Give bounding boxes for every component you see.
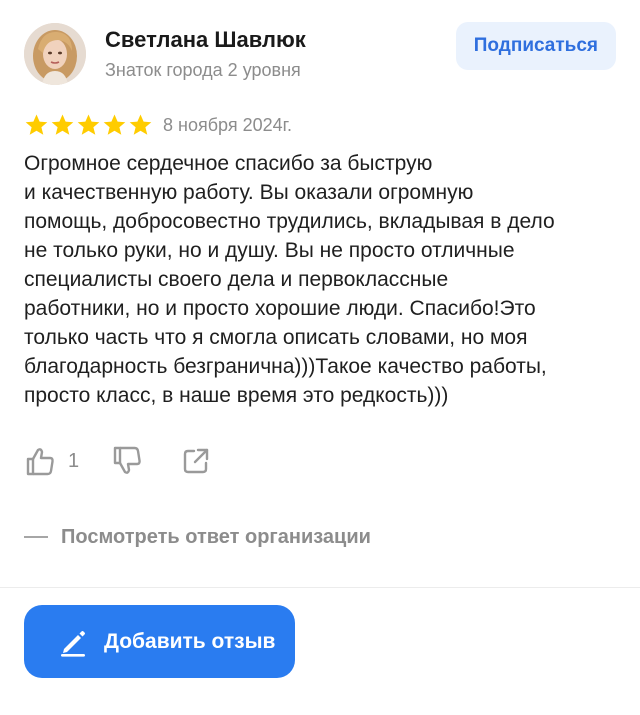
review-text: Огромное сердечное спасибо за быструю и к… [24,149,616,410]
thumb-up-icon [26,448,54,476]
add-review-button[interactable]: Добавить отзыв [24,605,295,678]
divider [0,587,640,588]
review-text-line: не только руки, но и душу. Вы не просто … [24,239,515,262]
review-text-line: благодарность безгранична)))Такое качест… [24,355,547,378]
star-icon [103,114,126,135]
dash-icon [24,536,48,538]
share-button[interactable] [181,446,211,476]
review-text-line: работники, но и просто хорошие люди. Спа… [24,297,536,320]
star-icon [77,114,100,135]
like-button[interactable]: 1 [24,445,79,477]
rating-row: 8 ноября 2024г. [24,112,616,138]
review-text-line: специалисты своего дела и первоклассные [24,268,449,291]
subscribe-button[interactable]: Подписаться [455,22,616,70]
review-text-line: просто класс, в наше время это редкость)… [24,384,449,407]
add-review-label: Добавить отзыв [104,629,276,653]
review-date: 8 ноября 2024г. [163,115,292,135]
star-icon [25,114,48,135]
dislike-button[interactable] [111,445,143,477]
avatar[interactable] [24,23,86,85]
review-text-line: Огромное сердечное спасибо за быструю [24,152,433,175]
share-icon [183,448,209,474]
org-answer-label: Посмотреть ответ организации [61,525,371,548]
review-page: Светлана Шавлюк Знаток города 2 уровня П… [0,0,640,715]
review-text-line: помощь, добросовестно трудились, вкладыв… [24,210,555,233]
org-answer-toggle[interactable]: Посмотреть ответ организации [24,523,616,551]
review-card: Светлана Шавлюк Знаток города 2 уровня П… [24,20,616,551]
review-text-line: и качественную работу. Вы оказали огромн… [24,181,474,204]
pencil-icon [61,630,85,657]
avatar-photo [24,23,86,85]
star-icon [129,114,152,135]
like-count: 1 [68,449,80,472]
review-text-line: только часть что я смогла описать словам… [24,326,528,349]
thumb-down-icon [113,446,141,474]
rating-stars [24,113,153,138]
author-row: Светлана Шавлюк Знаток города 2 уровня П… [24,20,616,88]
review-actions: 1 [24,443,616,479]
star-icon [51,114,74,135]
